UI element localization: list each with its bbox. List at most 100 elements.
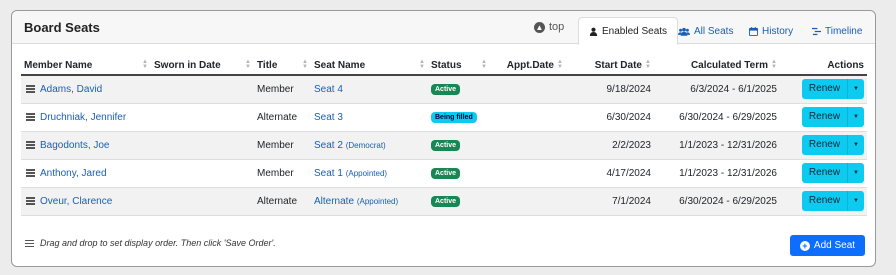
tab-history[interactable]: History [739, 17, 803, 45]
sworn-cell [151, 131, 254, 160]
header-label: Sworn in Date [154, 59, 221, 71]
status-cell: Being filled [428, 103, 490, 132]
member-link[interactable]: Druchniak, Jennifer [40, 112, 126, 123]
title-cell: Alternate [254, 103, 311, 132]
calendar-icon [749, 26, 758, 36]
caret-down-icon[interactable]: ▼ [848, 142, 864, 148]
tab-label: Enabled Seats [602, 25, 668, 37]
sort-icon: ▲ ▼ [302, 59, 308, 70]
add-seat-button[interactable]: + Add Seat [790, 235, 865, 256]
member-cell: Adams, David [21, 75, 151, 104]
status-cell: Active [428, 131, 490, 160]
drag-handle-icon[interactable] [26, 168, 35, 179]
term-cell: 6/30/2024 - 6/29/2025 [654, 103, 780, 132]
member-link[interactable]: Bagodonts, Joe [40, 140, 110, 151]
term-cell: 1/1/2023 - 12/31/2026 [654, 159, 780, 188]
sworn-cell [151, 187, 254, 216]
term-cell: 6/3/2024 - 6/1/2025 [654, 75, 780, 104]
sworn-cell [151, 159, 254, 188]
seat-link[interactable]: Seat 2 [314, 140, 343, 151]
header-label: Actions [827, 59, 864, 71]
tab-all-seats[interactable]: All Seats [668, 17, 743, 45]
top-link[interactable]: ▲ top [534, 21, 564, 33]
board-seats-panel: Board Seats ▲ top Enabled Seats All Seat… [11, 10, 876, 267]
sort-icon: ▲ ▼ [419, 59, 425, 70]
header-label: Calculated Term [690, 59, 768, 71]
column-header-status[interactable]: Status ▲ ▼ [428, 56, 490, 76]
member-link[interactable]: Anthony, Jared [40, 168, 107, 179]
renew-button[interactable]: Renew ▼ [801, 135, 864, 155]
sworn-cell [151, 103, 254, 132]
sort-icon: ▲ ▼ [245, 59, 251, 70]
seat-note: (Democrat) [345, 140, 386, 150]
caret-down-icon[interactable]: ▼ [848, 170, 864, 176]
table-row: Bagodonts, Joe Member Seat 2 (Democrat) … [21, 131, 867, 160]
seat-note: (Appointed) [356, 196, 399, 206]
tab-timeline[interactable]: Timeline [802, 17, 872, 45]
header-label: Appt.Date [506, 59, 554, 71]
header-label: Start Date [594, 59, 642, 71]
panel-header: Board Seats ▲ top Enabled Seats All Seat… [12, 11, 875, 45]
drag-handle-icon[interactable] [26, 112, 35, 123]
tab-label: History [762, 25, 794, 37]
header-label: Status [431, 59, 462, 71]
seat-note: (Appointed) [345, 168, 388, 178]
drag-handle-icon[interactable] [26, 140, 35, 151]
status-cell: Active [428, 75, 490, 104]
title-cell: Member [254, 131, 311, 160]
drag-handle-icon[interactable] [26, 196, 35, 207]
status-cell: Active [428, 187, 490, 216]
status-badge: Being filled [431, 112, 477, 123]
appt-date-cell [490, 159, 566, 188]
drag-handle-icon[interactable] [26, 84, 35, 95]
sort-icon: ▲ ▼ [142, 59, 148, 70]
seat-link[interactable]: Seat 1 [314, 168, 343, 179]
start-date-cell: 4/17/2024 [566, 159, 654, 188]
table-header-row: Member Name ▲ ▼ Sworn in Date ▲ ▼ Title ▲ ▼ Se… [21, 56, 867, 76]
renew-button[interactable]: Renew ▼ [801, 191, 864, 211]
renew-button[interactable]: Renew ▼ [801, 107, 864, 127]
table-row: Anthony, Jared Member Seat 1 (Appointed)… [21, 159, 867, 188]
column-header-sworn-in-date[interactable]: Sworn in Date ▲ ▼ [151, 56, 254, 76]
column-header-member-name[interactable]: Member Name ▲ ▼ [21, 56, 151, 76]
member-cell: Oveur, Clarence [21, 187, 151, 216]
column-header-appt-date[interactable]: Appt.Date ▲ ▼ [490, 56, 566, 76]
plus-circle-icon: + [799, 240, 810, 251]
column-header-start-date[interactable]: Start Date ▲ ▼ [566, 56, 654, 76]
appt-date-cell [490, 131, 566, 160]
caret-down-icon[interactable]: ▼ [848, 114, 864, 120]
user-icon [589, 27, 598, 36]
appt-date-cell [490, 103, 566, 132]
renew-label: Renew [802, 107, 849, 127]
arrow-up-circle-icon: ▲ [534, 21, 545, 33]
renew-button[interactable]: Renew ▼ [801, 163, 864, 183]
timeline-icon [812, 27, 821, 35]
member-cell: Druchniak, Jennifer [21, 103, 151, 132]
title-cell: Member [254, 75, 311, 104]
seat-cell: Seat 2 (Democrat) [311, 131, 428, 160]
member-link[interactable]: Oveur, Clarence [40, 196, 112, 207]
caret-down-icon[interactable]: ▼ [848, 86, 864, 92]
appt-date-cell [490, 187, 566, 216]
seat-cell: Seat 3 [311, 103, 428, 132]
appt-date-cell [490, 75, 566, 104]
column-header-actions: Actions [780, 56, 867, 76]
start-date-cell: 6/30/2024 [566, 103, 654, 132]
caret-down-icon[interactable]: ▼ [848, 198, 864, 204]
header-label: Member Name [24, 59, 93, 71]
renew-button[interactable]: Renew ▼ [801, 79, 864, 100]
board-seats-table: Member Name ▲ ▼ Sworn in Date ▲ ▼ Title ▲ ▼ Se… [21, 56, 867, 216]
column-header-title[interactable]: Title ▲ ▼ [254, 56, 311, 76]
seat-link[interactable]: Seat 4 [314, 84, 343, 95]
column-header-calculated-term[interactable]: Calculated Term ▲ ▼ [654, 56, 780, 76]
tab-enabled-seats[interactable]: Enabled Seats [578, 17, 679, 45]
seat-link[interactable]: Seat 3 [314, 112, 343, 123]
renew-label: Renew [802, 163, 849, 183]
member-link[interactable]: Adams, David [40, 84, 102, 95]
seat-link[interactable]: Alternate [314, 196, 354, 207]
column-header-seat-name[interactable]: Seat Name ▲ ▼ [311, 56, 428, 76]
renew-label: Renew [802, 135, 849, 155]
top-link-label: top [549, 21, 565, 33]
drag-drop-hint: Drag and drop to set display order. Then… [25, 238, 276, 249]
start-date-cell: 7/1/2024 [566, 187, 654, 216]
